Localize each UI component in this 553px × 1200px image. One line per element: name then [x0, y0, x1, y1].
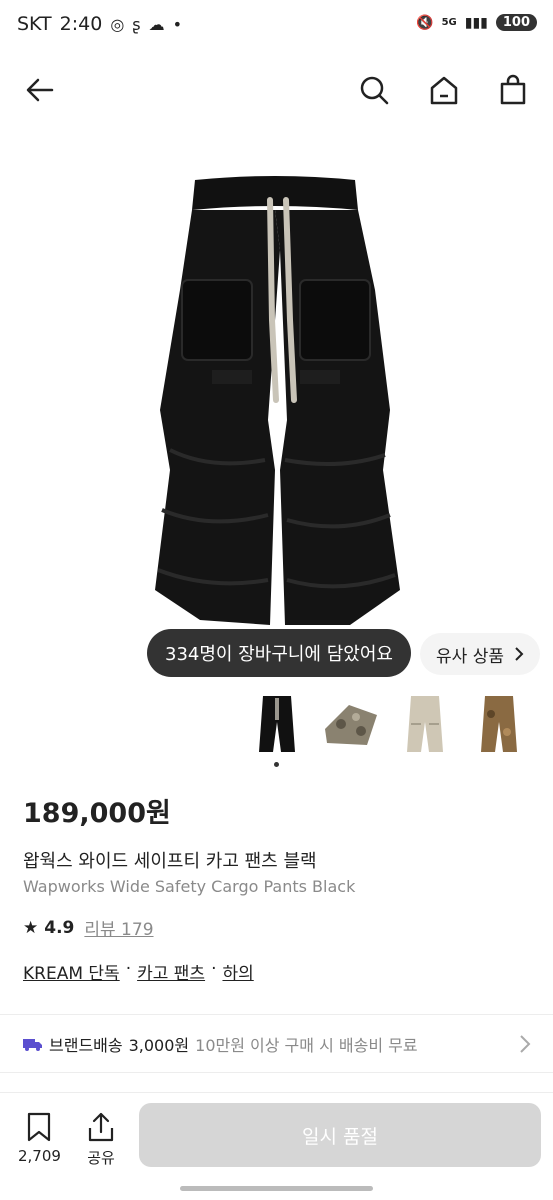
thumbnail-camo[interactable]: [320, 690, 382, 758]
more-dot-icon: •: [172, 14, 183, 34]
search-icon: [360, 76, 389, 105]
thumbnail-brown-camo[interactable]: [468, 690, 530, 758]
home-button[interactable]: [424, 70, 464, 110]
divider: [0, 1072, 553, 1073]
search-button[interactable]: [354, 70, 394, 110]
tag-bottoms[interactable]: 하의: [222, 959, 253, 984]
tag-cargo-pants[interactable]: 카고 팬츠: [137, 959, 205, 984]
mute-icon: 🔇: [416, 14, 434, 31]
save-button[interactable]: 2,709: [18, 1111, 61, 1165]
similar-products-label: 유사 상품: [436, 646, 504, 667]
save-count: 2,709: [18, 1147, 61, 1165]
product-price: 189,000원: [23, 798, 171, 829]
rating-value: 4.9: [44, 917, 75, 938]
home-indicator: [180, 1186, 373, 1191]
share-button[interactable]: 공유: [86, 1111, 116, 1168]
cart-button[interactable]: [493, 70, 533, 110]
star-icon: ★: [23, 917, 39, 938]
shipping-info-row[interactable]: 브랜드배송 3,000원 10만원 이상 구매 시 배송비 무료: [0, 1016, 553, 1072]
product-image[interactable]: [100, 170, 450, 640]
tag-kream-exclusive[interactable]: KREAM 단독: [23, 959, 120, 984]
cart-count-toast: 334명이 장바구니에 담았어요: [147, 629, 411, 677]
instagram-icon: ◎: [110, 14, 125, 34]
truck-icon: [23, 1039, 42, 1051]
cloud-icon: ☁: [148, 14, 165, 34]
category-tags: KREAM 단독 · 카고 팬츠 · 하의: [23, 959, 254, 984]
thumbnail-black[interactable]: [246, 690, 308, 758]
shipping-label: 브랜드배송: [49, 1036, 123, 1055]
product-name-english: Wapworks Wide Safety Cargo Pants Black: [23, 877, 356, 896]
shopping-bag-icon: [500, 74, 526, 105]
back-button[interactable]: [20, 70, 60, 110]
share-label: 공유: [87, 1149, 115, 1167]
chevron-right-icon: [520, 1035, 531, 1053]
battery-badge: 100: [495, 14, 537, 31]
home-icon: [430, 76, 458, 105]
top-nav: [0, 60, 553, 120]
shipping-fee: 3,000원: [128, 1036, 190, 1055]
signal-icon: ▮▮▮: [464, 14, 488, 31]
cargo-pants-illustration: [155, 176, 400, 625]
clock: 2:40: [59, 13, 103, 35]
back-arrow-icon: [26, 78, 54, 102]
thumbnail-beige[interactable]: [394, 690, 456, 758]
product-name-korean: 왑웍스 와이드 세이프티 카고 팬츠 블랙: [23, 851, 317, 872]
similar-products-button[interactable]: 유사 상품: [420, 633, 540, 675]
carousel-indicator: [274, 762, 279, 767]
rating-row: ★ 4.9 리뷰 179: [23, 915, 154, 941]
tag-separator: ·: [211, 959, 217, 979]
tag-separator: ·: [125, 959, 132, 979]
review-link[interactable]: 리뷰 179: [84, 915, 153, 940]
share-icon: [88, 1112, 114, 1142]
status-bar: SKT 2:40 ◎ ʂ ☁ • 🔇 5G ▮▮▮ 100: [0, 0, 553, 52]
bottom-action-bar: 2,709 공유 일시 품절: [0, 1092, 553, 1200]
network-label: 5G: [441, 17, 457, 28]
app-notification-icon: ʂ: [132, 14, 141, 34]
divider: [0, 1014, 553, 1015]
free-shipping-note: 10만원 이상 구매 시 배송비 무료: [195, 1036, 418, 1055]
bookmark-icon: [28, 1112, 51, 1142]
sold-out-button[interactable]: 일시 품절: [139, 1103, 541, 1167]
thumbnail-strip: [246, 690, 530, 758]
carrier-label: SKT: [17, 13, 52, 35]
chevron-right-icon: [515, 647, 524, 661]
